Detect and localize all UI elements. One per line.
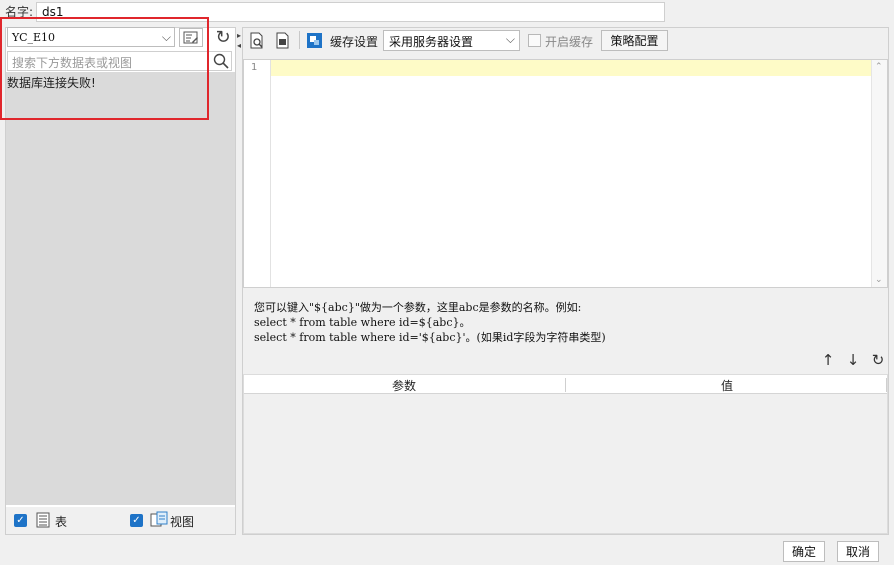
refresh-params-icon[interactable]: ↻ [869, 351, 887, 369]
preview-icon-svg [250, 32, 263, 48]
refresh-icon[interactable]: ↻ [214, 26, 232, 48]
views-label: 视图 [170, 515, 195, 529]
toolbar-divider [299, 31, 300, 49]
column-separator [886, 378, 887, 392]
cancel-button[interactable]: 取消 [837, 541, 879, 562]
view-icon [150, 511, 168, 527]
hint-line-3: select * from table where id='${abc}'。(如… [254, 331, 606, 344]
expand-arrow-icon[interactable]: ◂ [237, 41, 241, 50]
current-line-highlight [271, 60, 871, 76]
hint-line-2: select * from table where id=${abc}。 [254, 316, 471, 329]
parameter-table[interactable] [243, 374, 888, 534]
cache-mode-select[interactable]: 采用服务器设置 ⌵ [383, 30, 520, 51]
ok-button[interactable]: 确定 [783, 541, 825, 562]
cache-mode-value: 采用服务器设置 [389, 35, 474, 49]
editor-scrollbar[interactable]: ⌃ ⌄ [871, 60, 887, 287]
parameter-table-header: 参数 值 [244, 375, 887, 394]
cache-settings-label[interactable]: 缓存设置 [330, 33, 378, 50]
param-column-header: 参数 [392, 379, 417, 393]
tables-checkbox[interactable]: ✓ [14, 514, 27, 527]
sql-file-icon[interactable] [274, 31, 292, 49]
table-list[interactable] [5, 72, 236, 505]
move-down-icon[interactable]: ↓ [844, 351, 862, 369]
scroll-up-icon[interactable]: ⌃ [875, 62, 883, 72]
move-up-icon[interactable]: ↑ [819, 351, 837, 369]
line-number: 1 [251, 62, 258, 73]
sql-file-icon-svg [276, 32, 289, 48]
preview-icon[interactable] [248, 31, 266, 49]
collapse-arrow-icon[interactable]: ▸ [237, 31, 241, 40]
scroll-down-icon[interactable]: ⌄ [875, 275, 883, 285]
line-number-gutter [244, 60, 271, 287]
value-column-header: 值 [721, 379, 734, 393]
cache-settings-icon[interactable] [306, 32, 322, 48]
enable-cache-label: 开启缓存 [545, 35, 594, 49]
tables-label: 表 [55, 515, 68, 529]
table-icon [36, 512, 50, 528]
column-separator [565, 378, 566, 392]
views-checkbox[interactable]: ✓ [130, 514, 143, 527]
enable-cache-checkbox[interactable] [528, 34, 541, 47]
sql-editor[interactable] [243, 59, 888, 288]
search-icon[interactable] [212, 52, 230, 70]
annotation-highlight-box [0, 17, 209, 120]
cache-icon-svg [306, 32, 322, 48]
hint-line-1: 您可以键入"${abc}"做为一个参数，这里abc是参数的名称。例如: [254, 301, 582, 314]
strategy-config-button[interactable]: 策略配置 [601, 30, 668, 51]
chevron-down-icon: ⌵ [505, 32, 515, 46]
